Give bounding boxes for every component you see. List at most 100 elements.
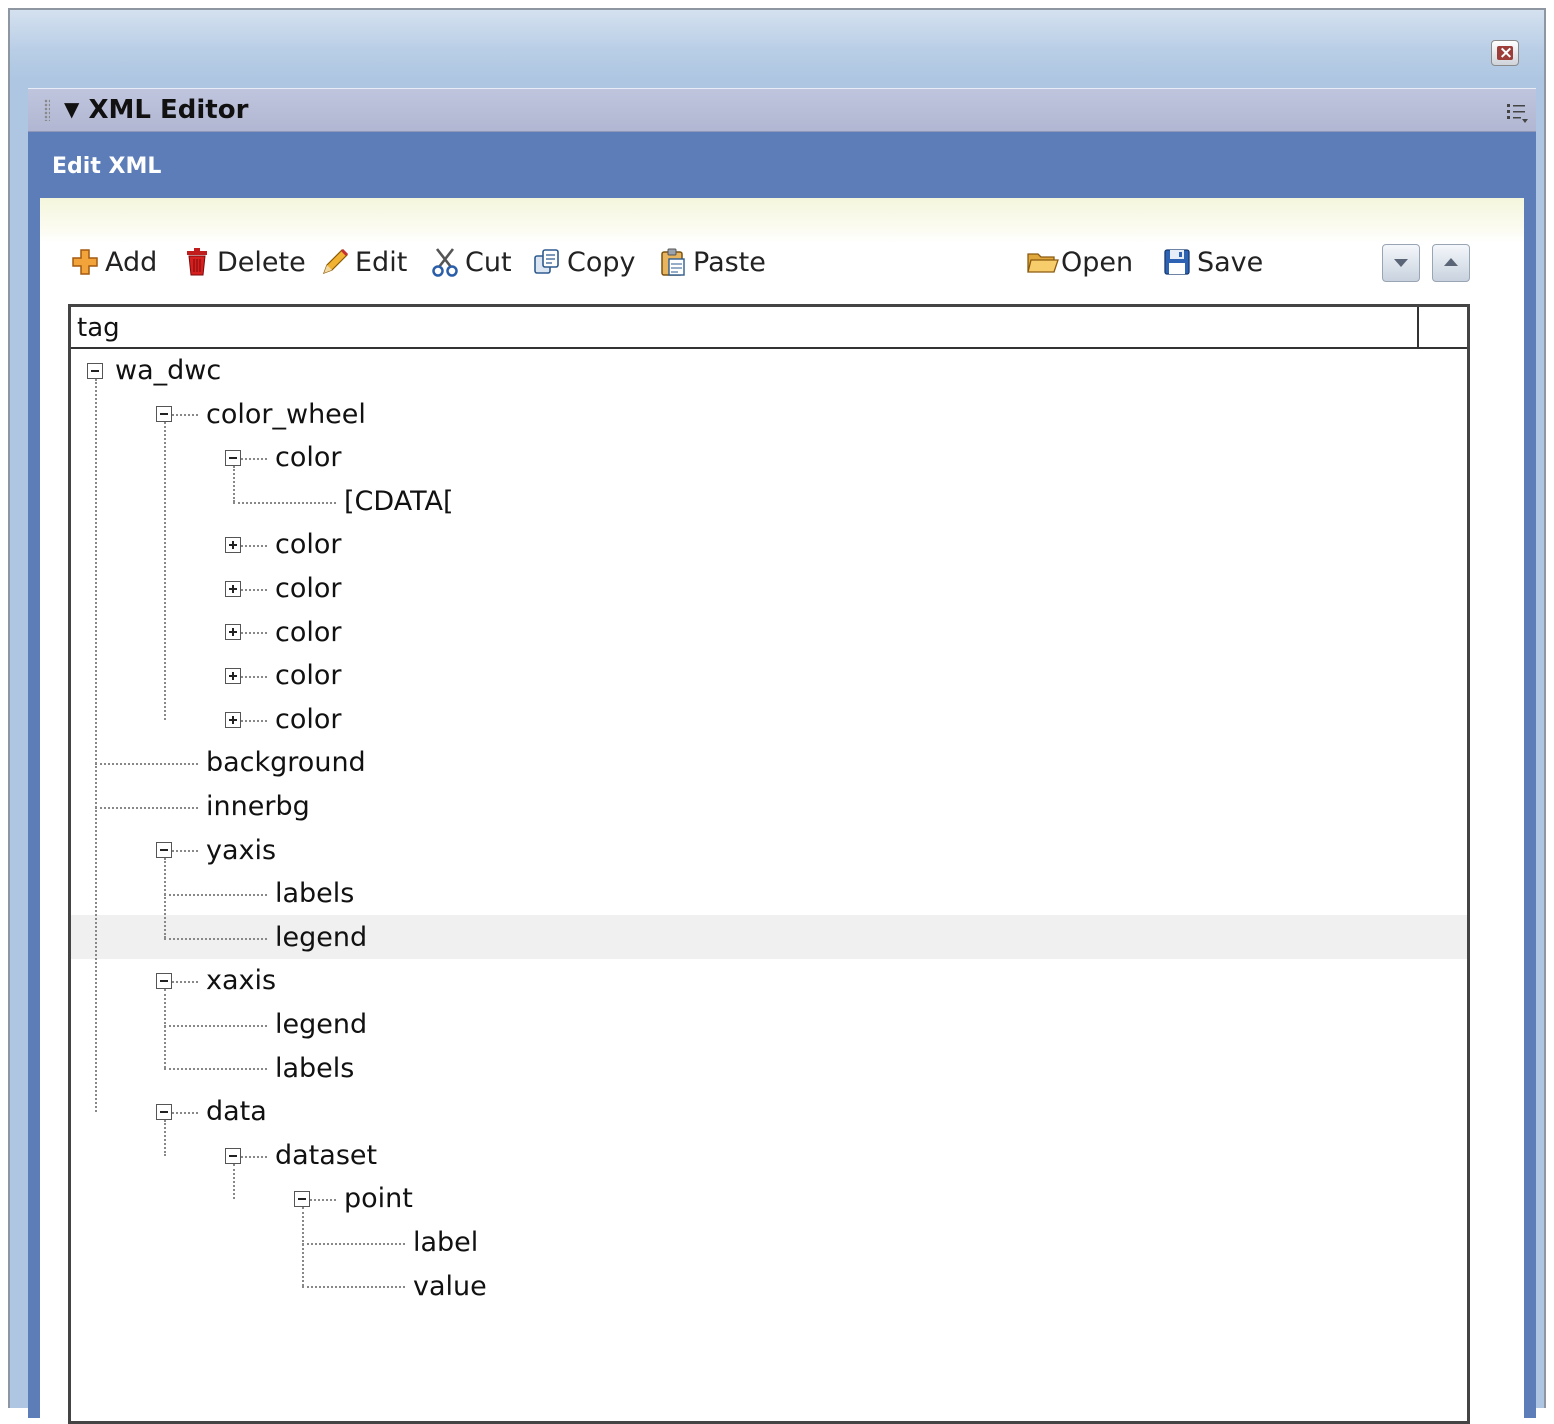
panel-title-label: XML Editor bbox=[88, 95, 249, 125]
collapse-toggle-icon[interactable] bbox=[87, 362, 103, 379]
move-up-button[interactable] bbox=[1432, 244, 1470, 282]
tree-node[interactable]: label bbox=[413, 1221, 478, 1265]
tree-branch-line bbox=[172, 1112, 198, 1114]
move-down-button[interactable] bbox=[1382, 244, 1420, 282]
tree-node[interactable]: xaxis bbox=[206, 959, 276, 1003]
cut-label: Cut bbox=[465, 246, 512, 278]
drag-grip-icon[interactable] bbox=[44, 99, 50, 121]
tree-node[interactable]: wa_dwc bbox=[115, 349, 221, 393]
tree-node[interactable]: yaxis bbox=[206, 829, 276, 873]
right-border bbox=[1524, 198, 1536, 1418]
tree-node[interactable]: color bbox=[275, 436, 342, 480]
tree-branch-line bbox=[302, 1286, 405, 1289]
collapse-toggle-icon[interactable] bbox=[156, 1104, 172, 1120]
close-button[interactable]: × bbox=[1491, 40, 1519, 66]
edit-xml-band: Edit XML bbox=[28, 132, 1536, 198]
tree-node[interactable]: color bbox=[275, 611, 342, 655]
save-label: Save bbox=[1197, 246, 1264, 278]
paste-button[interactable]: Paste bbox=[658, 242, 766, 282]
tree-node[interactable]: [CDATA[ bbox=[344, 480, 453, 524]
tree-node[interactable]: point bbox=[344, 1177, 413, 1221]
tree-branch-line bbox=[164, 1068, 267, 1071]
chevron-up-icon bbox=[1444, 258, 1458, 266]
tree-trunk-line bbox=[95, 378, 97, 1112]
collapse-toggle-icon[interactable] bbox=[156, 842, 172, 859]
tree-branch-line bbox=[241, 458, 267, 460]
panel-window: × ▼ XML Editor Edit XML Add Delete Edit … bbox=[8, 8, 1546, 1424]
xml-tree[interactable]: tag wa_dwc color_wheel color [CDATA[color co… bbox=[68, 304, 1470, 1424]
tree-trunk-line bbox=[164, 1120, 166, 1156]
expand-toggle-icon[interactable] bbox=[225, 580, 241, 597]
tree-node[interactable]: color_wheel bbox=[206, 393, 366, 437]
tree-node[interactable]: color bbox=[275, 654, 342, 698]
tree-branch-line bbox=[164, 894, 267, 896]
tree-branch-line bbox=[95, 806, 198, 809]
open-label: Open bbox=[1061, 246, 1134, 278]
tree-branch-line bbox=[172, 981, 198, 984]
list-options-icon[interactable] bbox=[1504, 99, 1530, 125]
tree-node[interactable]: data bbox=[206, 1090, 267, 1134]
collapse-toggle-icon[interactable] bbox=[156, 973, 172, 990]
clipboard-icon bbox=[658, 247, 688, 277]
delete-button[interactable]: Delete bbox=[182, 242, 306, 282]
tree-branch-line bbox=[302, 1242, 405, 1245]
tree-branch-line bbox=[164, 937, 267, 940]
panel-title[interactable]: ▼ XML Editor bbox=[64, 95, 248, 125]
tree-node[interactable]: labels bbox=[275, 872, 354, 916]
delete-label: Delete bbox=[217, 246, 306, 278]
pencil-icon bbox=[320, 247, 350, 277]
floppy-disk-icon bbox=[1162, 247, 1192, 277]
open-button[interactable]: Open bbox=[1026, 242, 1133, 282]
add-button[interactable]: Add bbox=[70, 242, 157, 282]
tree-branch-line bbox=[172, 414, 198, 417]
collapse-toggle-icon[interactable] bbox=[225, 1147, 241, 1164]
tree-trunk-line bbox=[302, 1207, 304, 1287]
toolbar: Add Delete Edit Cut Copy Paste Open Save bbox=[70, 242, 1490, 282]
edit-button[interactable]: Edit bbox=[320, 242, 407, 282]
column-separator[interactable] bbox=[1417, 307, 1419, 347]
tree-branch-line bbox=[233, 501, 336, 504]
collapse-arrow-icon: ▼ bbox=[64, 97, 80, 121]
tree-branch-line bbox=[95, 763, 198, 766]
tree-column-header[interactable]: tag bbox=[71, 307, 1467, 349]
tree-node[interactable]: innerbg bbox=[206, 785, 310, 829]
tree-node[interactable]: background bbox=[206, 741, 366, 785]
cut-button[interactable]: Cut bbox=[430, 242, 512, 282]
tag-column-label: tag bbox=[77, 313, 120, 343]
expand-toggle-icon[interactable] bbox=[225, 537, 241, 554]
folder-icon bbox=[1026, 247, 1059, 277]
edit-xml-title: Edit XML bbox=[52, 154, 162, 179]
tree-node[interactable]: color bbox=[275, 523, 342, 567]
tree-trunk-line bbox=[233, 466, 235, 502]
tree-branch-line bbox=[310, 1199, 336, 1202]
tree-branch-line bbox=[241, 719, 267, 722]
close-icon: × bbox=[1498, 43, 1514, 63]
paste-label: Paste bbox=[693, 246, 766, 278]
tree-node[interactable]: color bbox=[275, 567, 342, 611]
expand-toggle-icon[interactable] bbox=[225, 624, 241, 641]
copy-icon bbox=[532, 247, 562, 277]
tree-branch-line bbox=[241, 676, 267, 678]
copy-label: Copy bbox=[567, 246, 636, 278]
tree-node[interactable]: legend bbox=[275, 1003, 367, 1047]
save-button[interactable]: Save bbox=[1162, 242, 1263, 282]
chevron-down-icon bbox=[1394, 259, 1408, 267]
collapse-toggle-icon[interactable] bbox=[294, 1191, 310, 1208]
expand-toggle-icon[interactable] bbox=[225, 711, 241, 728]
tree-node[interactable]: color bbox=[275, 698, 342, 742]
collapse-toggle-icon[interactable] bbox=[225, 450, 241, 466]
tree-node[interactable]: dataset bbox=[275, 1134, 377, 1178]
tree-trunk-line bbox=[233, 1163, 235, 1200]
tree-branch-line bbox=[164, 1024, 267, 1027]
collapse-toggle-icon[interactable] bbox=[156, 406, 172, 423]
tree-node-selected[interactable]: legend bbox=[275, 916, 367, 960]
add-label: Add bbox=[105, 246, 158, 278]
panel-header[interactable]: ▼ XML Editor bbox=[28, 88, 1536, 132]
scissors-icon bbox=[430, 247, 460, 277]
expand-toggle-icon[interactable] bbox=[225, 668, 241, 684]
tree-branch-line bbox=[241, 588, 267, 591]
left-border bbox=[28, 198, 40, 1418]
copy-button[interactable]: Copy bbox=[532, 242, 636, 282]
tree-node[interactable]: labels bbox=[275, 1047, 354, 1091]
tree-node[interactable]: value bbox=[413, 1265, 487, 1309]
